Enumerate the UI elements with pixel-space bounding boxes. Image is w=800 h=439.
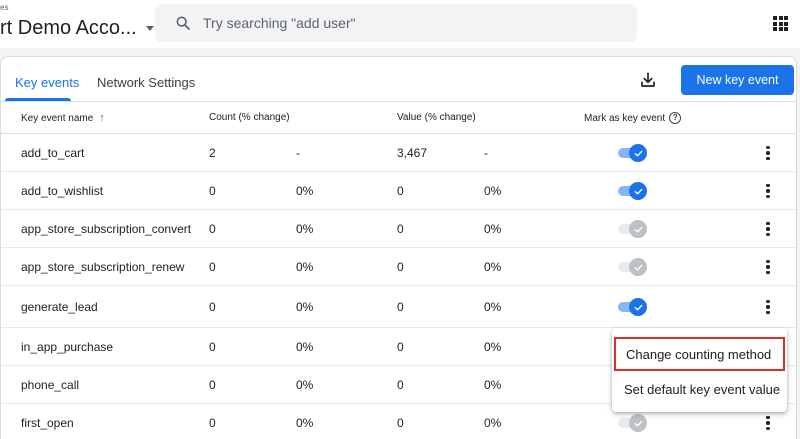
mark-as-key-event-toggle[interactable] [618,413,648,433]
count-change-cell: 0% [296,222,314,236]
column-header-count[interactable]: Count (% change) [209,112,290,123]
count-cell: 0 [209,260,216,274]
search-icon [176,16,190,30]
count-change-cell: - [296,146,300,160]
event-name-cell: app_store_subscription_convert [21,222,192,236]
count-cell: 0 [209,378,216,392]
table-row: add_to_wishlist 0 0% 0 0% [1,172,796,210]
count-cell: 2 [209,146,216,160]
more-options-icon[interactable] [760,219,776,239]
count-change-cell: 0% [296,260,314,274]
more-options-icon[interactable] [760,143,776,163]
count-cell: 0 [209,340,216,354]
mark-as-key-event-toggle[interactable] [618,297,648,317]
column-header-mark: Mark as key event ? [584,112,682,124]
help-icon[interactable]: ? [669,112,682,124]
active-tab-indicator [5,98,71,101]
tab-key-events[interactable]: Key events [15,75,79,90]
table-row: add_to_cart 2 - 3,467 - [1,134,796,172]
mark-as-key-event-toggle[interactable] [618,143,648,163]
table-row: app_store_subscription_convert 0 0% 0 0% [1,210,796,248]
table-row: app_store_subscription_renew 0 0% 0 0% [1,248,796,286]
value-change-cell: 0% [484,340,502,354]
count-change-cell: 0% [296,300,314,314]
check-icon [629,144,647,162]
table-header: Key event name ↑ Count (% change) Value … [1,102,796,134]
value-change-cell: 0% [484,222,502,236]
more-options-icon[interactable] [760,413,776,433]
account-name: rt Demo Acco... [0,17,137,39]
count-cell: 0 [209,300,216,314]
value-cell: 0 [397,260,404,274]
account-selector[interactable]: rt Demo Acco... [0,17,154,40]
mark-as-key-event-toggle[interactable] [618,181,648,201]
tab-network-settings[interactable]: Network Settings [97,75,195,90]
value-change-cell: 0% [484,184,502,198]
more-options-icon[interactable] [760,297,776,317]
search-input[interactable] [203,4,623,42]
more-options-icon[interactable] [760,257,776,277]
value-cell: 3,467 [397,146,428,160]
menu-item-set-default-value[interactable]: Set default key event value [612,372,787,406]
value-cell: 0 [397,340,404,354]
value-change-cell: 0% [484,260,502,274]
count-change-cell: 0% [296,184,314,198]
column-header-mark-label: Mark as key event [584,112,666,124]
event-name-cell: app_store_subscription_renew [21,260,185,274]
count-cell: 0 [209,416,216,430]
menu-item-label: Set default key event value [624,382,781,397]
new-key-event-button[interactable]: New key event [681,65,794,95]
search-bar[interactable] [155,4,637,42]
menu-item-label: Change counting method [626,347,772,362]
count-cell: 0 [209,222,216,236]
event-name-cell: generate_lead [21,300,98,314]
count-change-cell: 0% [296,378,314,392]
download-icon[interactable] [639,71,657,89]
event-name-cell: add_to_cart [21,146,85,160]
value-change-cell: 0% [484,416,502,430]
event-name-cell: add_to_wishlist [21,184,104,198]
mark-as-key-event-toggle[interactable] [618,257,648,277]
caret-down-icon [145,26,154,31]
value-cell: 0 [397,184,404,198]
apps-grid-icon[interactable] [773,16,788,31]
value-change-cell: 0% [484,378,502,392]
count-change-cell: 0% [296,416,314,430]
breadcrumb[interactable]: es [0,3,8,12]
value-change-cell: 0% [484,300,502,314]
tabs-bar: Key events Network Settings New key even… [1,57,796,102]
top-header: es rt Demo Acco... [0,0,800,48]
event-name-cell: phone_call [21,378,80,392]
check-icon [629,258,647,276]
count-change-cell: 0% [296,340,314,354]
table-row: generate_lead 0 0% 0 0% [1,286,796,328]
value-cell: 0 [397,416,404,430]
mark-as-key-event-toggle[interactable] [618,219,648,239]
value-cell: 0 [397,222,404,236]
check-icon [629,414,647,432]
event-name-cell: in_app_purchase [21,340,114,354]
menu-item-change-counting-method[interactable]: Change counting method [614,337,785,371]
sort-arrow-up-icon: ↑ [99,112,105,124]
value-change-cell: - [484,146,488,160]
column-header-name[interactable]: Key event name ↑ [21,112,105,124]
value-cell: 0 [397,300,404,314]
count-cell: 0 [209,184,216,198]
value-cell: 0 [397,378,404,392]
event-name-cell: first_open [21,416,74,430]
column-header-name-label: Key event name [21,112,94,124]
check-icon [629,298,647,316]
column-header-value[interactable]: Value (% change) [397,112,476,123]
row-context-menu: Change counting method Set default key e… [612,328,787,412]
more-options-icon[interactable] [760,181,776,201]
check-icon [629,220,647,238]
check-icon [629,182,647,200]
